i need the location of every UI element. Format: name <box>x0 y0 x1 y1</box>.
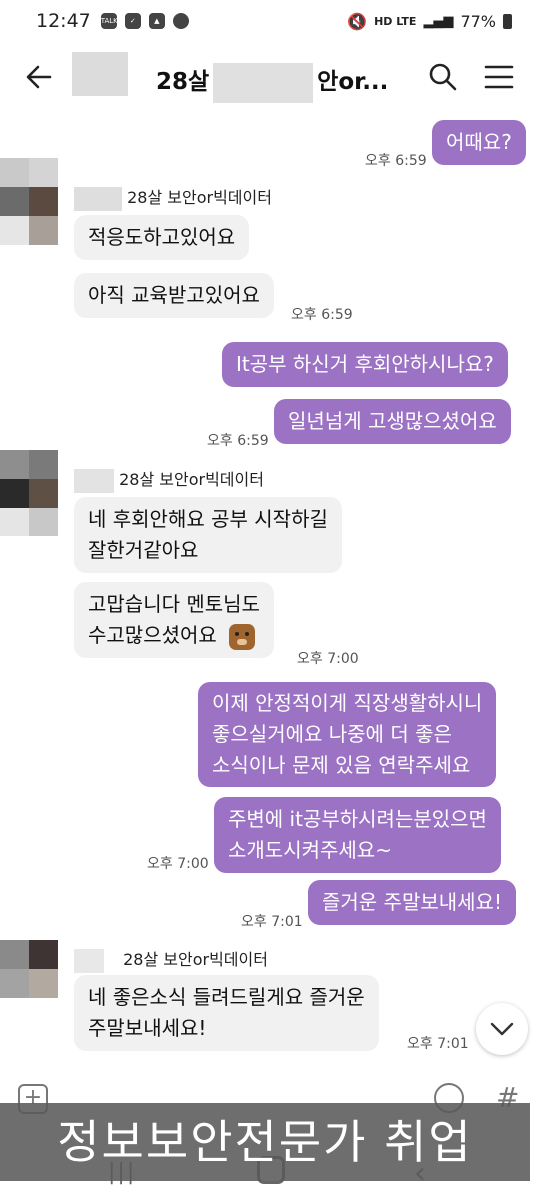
sender-name-text: 28살 보안or빅데이터 <box>127 188 272 207</box>
sender-name-text: 28살 보안or빅데이터 <box>119 470 264 489</box>
message-line: 이제 안정적이게 직장생활하시니 <box>212 691 483 715</box>
avatar[interactable] <box>0 158 58 216</box>
battery-text: 77% <box>460 11 496 31</box>
scroll-to-bottom-button[interactable] <box>476 1003 528 1055</box>
chat-title-rest: 안or... <box>317 69 389 95</box>
message-time: 오후 6:59 <box>207 433 269 449</box>
blurred-name-part <box>74 468 114 493</box>
my-message[interactable]: 일년넘게 고생많으셨어요 <box>274 399 511 444</box>
message-line: 소식이나 문제 있음 연락주세요 <box>212 753 471 777</box>
my-message[interactable]: 이제 안정적이게 직장생활하시니 좋으실거에요 나중에 더 좋은 소식이나 문제… <box>198 682 497 787</box>
avatar[interactable] <box>0 450 58 536</box>
blurred-name-part <box>72 52 128 96</box>
network-label: HD LTE <box>374 14 417 28</box>
chat-title-age: 28살 <box>156 69 210 95</box>
received-message[interactable]: 네 후회안해요 공부 시작하길 잘한거같아요 <box>74 497 342 573</box>
message-line: 좋으실거에요 나중에 더 좋은 <box>212 722 452 746</box>
sender-name-text: 28살 보안or빅데이터 <box>123 950 268 969</box>
bear-emoticon-icon <box>229 623 256 650</box>
message-line: 잘한거같아요 <box>88 538 199 562</box>
notification-icons: TALK ✓ ▲ <box>100 13 189 29</box>
status-time: 12:47 <box>36 10 91 32</box>
hamburger-icon[interactable] <box>484 64 514 90</box>
caption-overlay: 정보보안전문가 취업 <box>0 1103 530 1181</box>
check-icon: ✓ <box>124 13 141 29</box>
mute-icon: 🔇 <box>347 11 368 31</box>
search-icon[interactable] <box>428 62 458 92</box>
message-line: 주변에 it공부하시려는분있으면 <box>228 807 487 831</box>
blurred-name-part <box>74 948 104 973</box>
message-line-text: 수고많으셨어요 <box>88 623 217 647</box>
message-time: 오후 6:59 <box>365 153 427 169</box>
image-icon: ▲ <box>148 13 165 29</box>
message-line: 주말보내세요! <box>88 1016 207 1040</box>
received-message[interactable]: 고맙습니다 멘토님도 수고많으셨어요 <box>74 582 274 658</box>
chat-area[interactable]: 오후 6:59 어때요? 28살 보안or빅데이터 적응도하고있어요 아직 교육… <box>0 114 540 1080</box>
avatar[interactable] <box>0 940 58 998</box>
message-time: 오후 7:00 <box>147 856 209 872</box>
sender-name: 28살 보안or빅데이터 <box>74 184 272 211</box>
chat-bubble-icon <box>172 13 189 29</box>
sender-name: 28살 보안or빅데이터 <box>74 466 264 493</box>
chat-header: 28살 안or... <box>0 42 540 114</box>
message-time: 오후 7:01 <box>241 914 303 930</box>
status-bar: 12:47 TALK ✓ ▲ 🔇 HD LTE ▂▄▆ 77% <box>0 0 540 42</box>
message-time: 오후 6:59 <box>291 307 353 323</box>
blurred-name-part <box>213 62 314 103</box>
message-line: 고맙습니다 멘토님도 <box>88 592 260 616</box>
sender-name: 28살 보안or빅데이터 <box>74 946 268 973</box>
avatar-lower <box>0 216 58 246</box>
my-message[interactable]: 주변에 it공부하시려는분있으면 소개도시켜주세요~ <box>214 797 501 873</box>
my-message[interactable]: 어때요? <box>432 120 526 165</box>
message-time: 오후 7:01 <box>407 1036 469 1052</box>
my-message[interactable]: It공부 하신거 후회안하시나요? <box>222 342 508 387</box>
message-time: 오후 7:00 <box>297 651 359 667</box>
message-line: 네 후회안해요 공부 시작하길 <box>88 507 328 531</box>
received-message[interactable]: 아직 교육받고있어요 <box>74 273 274 318</box>
chevron-down-icon <box>490 1022 514 1036</box>
talk-icon: TALK <box>100 13 118 29</box>
signal-icon: ▂▄▆ <box>423 13 454 29</box>
battery-icon <box>503 13 512 29</box>
message-line: 소개도시켜주세요~ <box>228 838 392 862</box>
blurred-name-part <box>74 186 122 211</box>
message-line: 네 좋은소식 들려드릴게요 즐거운 <box>88 985 365 1009</box>
arrow-left-icon[interactable] <box>24 62 54 92</box>
received-message[interactable]: 적응도하고있어요 <box>74 215 250 260</box>
chat-title[interactable]: 28살 안or... <box>156 62 388 103</box>
system-icons: 🔇 HD LTE ▂▄▆ 77% <box>347 12 512 31</box>
received-message[interactable]: 네 좋은소식 들려드릴게요 즐거운 주말보내세요! <box>74 975 379 1051</box>
message-line: 수고많으셨어요 <box>88 620 260 651</box>
my-message[interactable]: 즐거운 주말보내세요! <box>308 880 516 925</box>
